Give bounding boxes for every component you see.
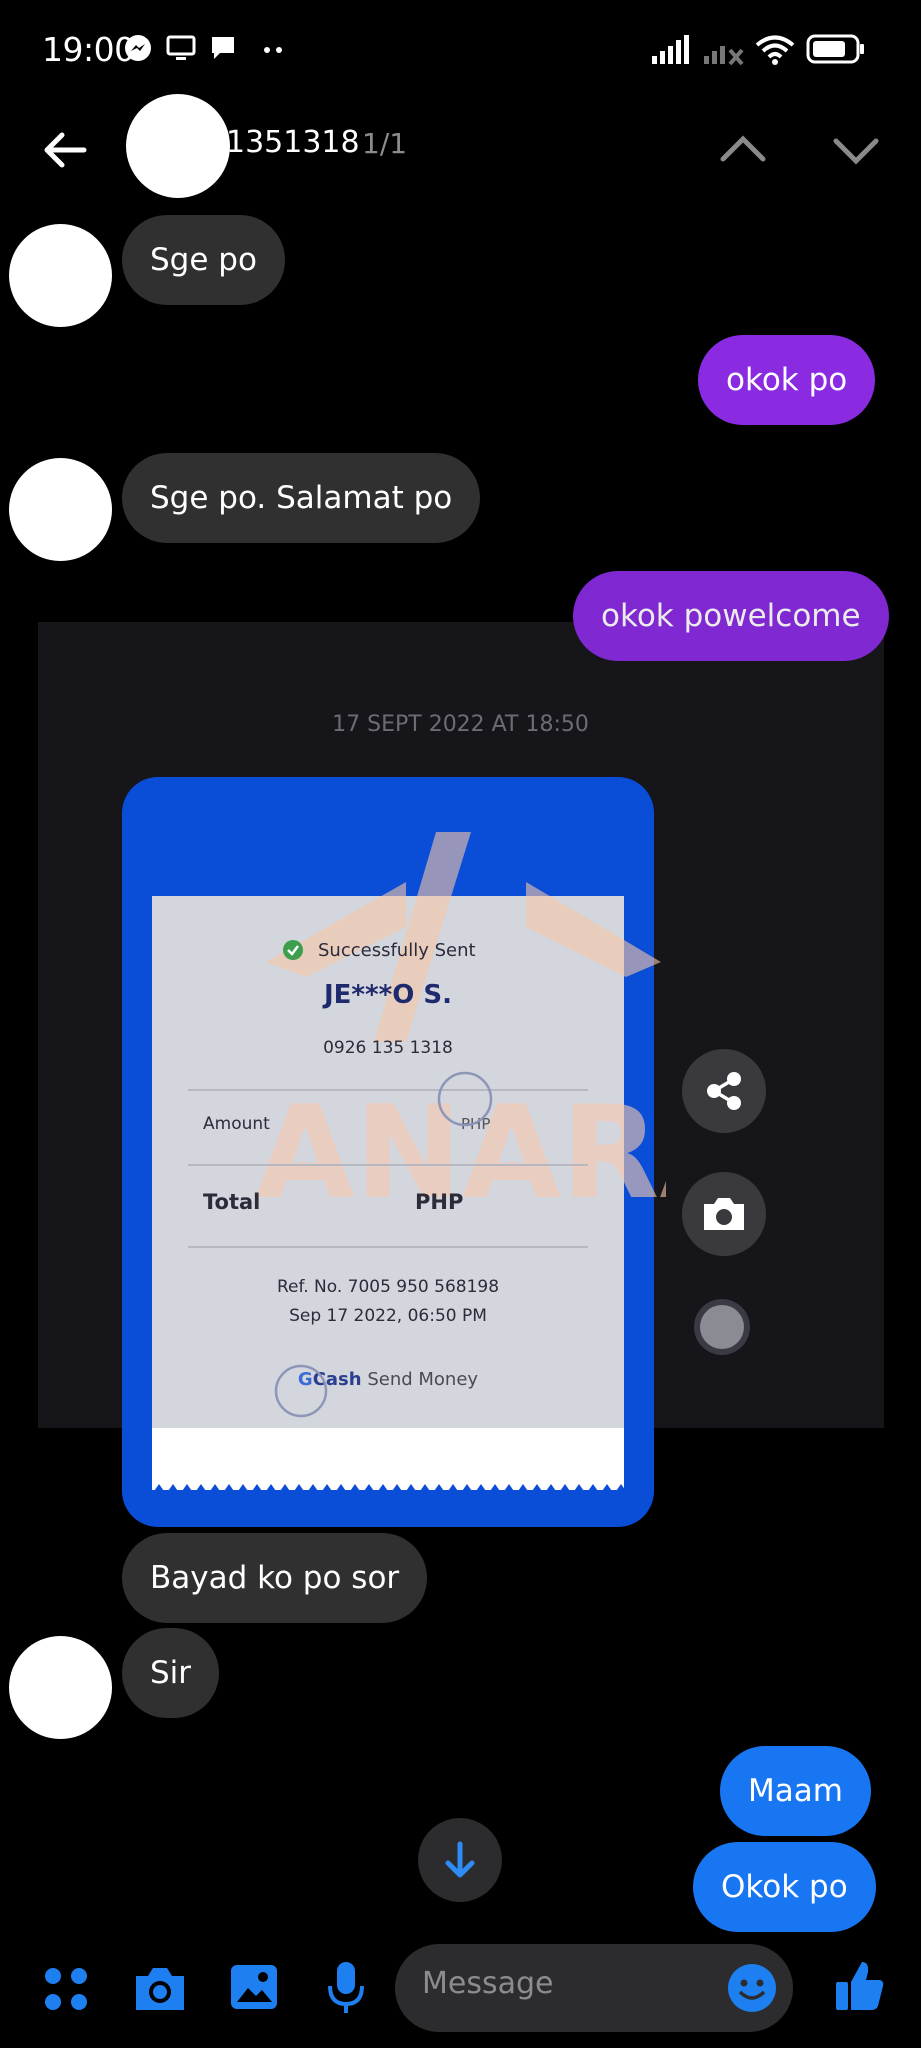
- more-dots-icon: [264, 47, 282, 53]
- mic-icon[interactable]: [325, 1960, 367, 2016]
- receipt-brand: GCash Send Money: [152, 1369, 624, 1390]
- chevron-up-icon[interactable]: [715, 125, 771, 175]
- message-input-placeholder: Message: [422, 1966, 554, 2001]
- brand-service: Send Money: [367, 1369, 479, 1390]
- contact-name[interactable]: 1351318: [226, 125, 360, 160]
- message-outgoing[interactable]: okok powelcome: [573, 571, 889, 661]
- timestamp-label: 17 SEPT 2022 AT 18:50: [332, 712, 589, 737]
- message-incoming[interactable]: Sir: [122, 1628, 220, 1718]
- camera-icon: [704, 1198, 744, 1230]
- message-incoming[interactable]: Sge po. Salamat po: [122, 453, 481, 543]
- check-circle-icon: [283, 940, 303, 960]
- chat-icon: [212, 37, 234, 59]
- back-arrow-icon[interactable]: [40, 125, 90, 175]
- signal-2-icon: [704, 46, 744, 66]
- avatar[interactable]: [9, 224, 112, 327]
- wifi-icon: [755, 35, 795, 65]
- zigzag-edge: [152, 1484, 624, 1494]
- message-outgoing[interactable]: okok po: [698, 335, 876, 425]
- message-incoming[interactable]: Bayad ko po sor: [122, 1533, 428, 1623]
- chevron-down-icon[interactable]: [828, 125, 884, 175]
- avatar[interactable]: [9, 1636, 112, 1739]
- share-button[interactable]: [682, 1049, 766, 1133]
- receipt-divider: [188, 1246, 588, 1248]
- gallery-icon[interactable]: [228, 1962, 280, 2012]
- avatar[interactable]: [9, 458, 112, 561]
- screen-icon: [166, 35, 196, 60]
- contact-avatar[interactable]: [126, 94, 230, 198]
- share-icon: [707, 1072, 741, 1110]
- receipt-phone: 0926 135 1318: [323, 1038, 453, 1058]
- status-bar: 19:00: [0, 0, 921, 105]
- camera-button[interactable]: [682, 1172, 766, 1256]
- receipt-status: Successfully Sent: [318, 940, 476, 961]
- camera-icon[interactable]: [132, 1962, 188, 2014]
- total-currency: PHP: [415, 1190, 464, 1214]
- receipt-ref-no: Ref. No. 7005 950 568198: [276, 1277, 500, 1297]
- message-incoming[interactable]: Sge po: [122, 215, 285, 305]
- scroll-down-icon: [445, 1841, 475, 1878]
- total-label: Total: [203, 1190, 261, 1214]
- message-outgoing[interactable]: Maam: [720, 1746, 871, 1836]
- touch-indicator: [694, 1299, 750, 1355]
- touch-indicator: [437, 1071, 493, 1127]
- search-match-count: 1/1: [362, 127, 408, 160]
- messenger-icon: [125, 35, 151, 61]
- like-icon[interactable]: [834, 1958, 886, 2014]
- touch-indicator: [274, 1364, 328, 1418]
- receipt-datetime: Sep 17 2022, 06:50 PM: [289, 1306, 487, 1326]
- status-time: 19:00: [42, 30, 135, 69]
- watermark-logo: SANARA: [256, 832, 666, 1228]
- emoji-icon[interactable]: [726, 1962, 778, 2014]
- scroll-down-button[interactable]: [418, 1818, 502, 1902]
- message-outgoing[interactable]: Okok po: [693, 1842, 876, 1932]
- receipt-divider: [188, 1089, 588, 1091]
- battery-icon: [806, 34, 864, 64]
- amount-label: Amount: [203, 1114, 270, 1134]
- receipt-divider: [188, 1164, 588, 1166]
- signal-icon: [652, 35, 689, 64]
- receipt-recipient: JE***O S.: [324, 980, 452, 1010]
- apps-icon[interactable]: [41, 1964, 91, 2014]
